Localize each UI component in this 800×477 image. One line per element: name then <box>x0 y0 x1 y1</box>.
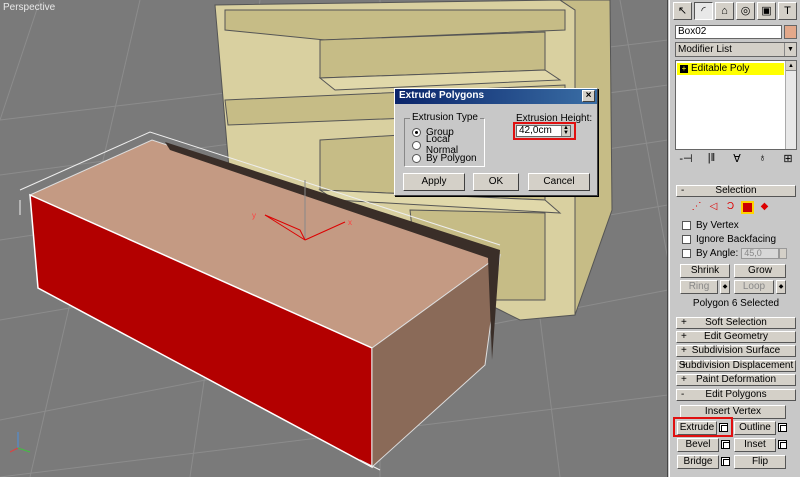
polygon-icon[interactable] <box>741 201 754 214</box>
radio-icon[interactable] <box>412 140 421 150</box>
display-icon[interactable]: ▣ <box>757 2 776 20</box>
svg-text:x: x <box>348 218 352 227</box>
radio-local-normal[interactable]: Local Normal <box>412 134 484 156</box>
configure-sets-icon[interactable]: ⊞ <box>780 152 796 166</box>
motion-icon[interactable]: ◎ <box>736 2 755 20</box>
bevel-settings-icon[interactable] <box>721 440 730 449</box>
ring-spinner-icon[interactable]: ◆ <box>720 280 730 294</box>
angle-value-field[interactable]: 45,0 <box>741 248 780 259</box>
chevron-down-icon[interactable]: ▼ <box>784 43 796 56</box>
loop-spinner-icon[interactable]: ◆ <box>776 280 786 294</box>
dialog-title: Extrude Polygons <box>399 90 485 101</box>
pin-stack-icon[interactable]: -⊣ <box>678 152 694 166</box>
element-icon[interactable]: ◆ <box>758 201 771 214</box>
radio-icon[interactable] <box>412 153 421 163</box>
outline-button[interactable]: Outline <box>734 421 776 435</box>
hierarchy-icon[interactable]: ⌂ <box>715 2 734 20</box>
stack-item-editable-poly[interactable]: + Editable Poly <box>677 63 784 75</box>
by-angle-checkbox[interactable]: By Angle: 45,0 <box>682 248 788 259</box>
extrusion-height-highlight: 42,0cm ▲ ▼ <box>513 122 576 140</box>
outline-settings-icon[interactable] <box>778 423 787 432</box>
radio-by-polygon[interactable]: By Polygon <box>412 152 477 164</box>
rollout-paint-deformation[interactable]: + Paint Deformation <box>676 374 796 386</box>
extrude-highlight <box>673 417 733 437</box>
svg-text:y: y <box>252 211 256 220</box>
selection-status: Polygon 6 Selected <box>692 298 780 309</box>
radio-icon[interactable] <box>412 127 421 137</box>
rollout-subdivision-surface[interactable]: + Subdivision Surface <box>676 345 796 357</box>
extrusion-type-group: Extrusion Type Group Local Normal By Pol… <box>404 112 485 167</box>
scene-canvas[interactable]: y x <box>0 0 668 477</box>
rollout-edit-polygons[interactable]: - Edit Polygons <box>676 389 796 401</box>
spinner-arrows-icon[interactable] <box>779 248 788 259</box>
spinner-arrows-icon[interactable]: ▲ ▼ <box>561 125 570 136</box>
stack-toolbar: -⊣ |‖ ∀ ♁ ⊞ <box>678 152 796 166</box>
remove-modifier-icon[interactable]: ♁ <box>755 152 771 166</box>
extrusion-type-label: Extrusion Type <box>410 112 480 123</box>
extrude-polygons-dialog: Extrude Polygons × Extrusion Type Group … <box>394 88 598 196</box>
stack-scrollbar[interactable]: ▲ <box>785 61 796 149</box>
rollout-edit-geometry[interactable]: + Edit Geometry <box>676 331 796 343</box>
loop-button[interactable]: Loop <box>734 280 774 294</box>
create-icon[interactable]: ↖ <box>673 2 692 20</box>
rollout-subdivision-displacement[interactable]: + Subdivision Displacement <box>676 360 796 372</box>
edge-icon[interactable]: ◁ <box>707 201 720 214</box>
utilities-icon[interactable]: T <box>778 2 797 20</box>
ok-button[interactable]: OK <box>473 173 519 191</box>
viewport-label[interactable]: Perspective <box>3 2 55 13</box>
show-end-result-icon[interactable]: |‖ <box>704 152 720 166</box>
flip-button[interactable]: Flip <box>734 455 786 469</box>
close-icon[interactable]: × <box>582 90 595 102</box>
panel-tabs: ↖ ◜ ⌂ ◎ ▣ T <box>673 2 797 20</box>
rollout-selection[interactable]: - Selection <box>676 185 796 197</box>
by-vertex-checkbox[interactable]: By Vertex <box>682 220 739 231</box>
bridge-settings-icon[interactable] <box>721 457 730 466</box>
rollout-soft-selection[interactable]: + Soft Selection <box>676 317 796 329</box>
expand-icon[interactable]: + <box>680 65 688 73</box>
inset-settings-icon[interactable] <box>778 440 787 449</box>
grow-button[interactable]: Grow <box>734 264 786 278</box>
object-name-field[interactable]: Box02 <box>675 25 782 39</box>
border-icon[interactable]: Ɔ <box>724 201 737 214</box>
dialog-title-bar[interactable]: Extrude Polygons × <box>395 89 597 104</box>
modifier-stack[interactable]: + Editable Poly ▲ <box>675 60 797 150</box>
bridge-button[interactable]: Bridge <box>677 455 719 469</box>
make-unique-icon[interactable]: ∀ <box>729 152 745 166</box>
vertex-icon[interactable]: ⋰ <box>690 201 703 214</box>
cancel-button[interactable]: Cancel <box>528 173 590 191</box>
extrusion-height-value[interactable]: 42,0cm <box>517 126 561 136</box>
modify-icon[interactable]: ◜ <box>694 2 713 20</box>
ignore-backfacing-checkbox[interactable]: Ignore Backfacing <box>682 234 776 245</box>
world-axis-tripod <box>9 432 31 453</box>
subobject-level-icons: ⋰ ◁ Ɔ ◆ <box>690 201 771 214</box>
scroll-up-icon[interactable]: ▲ <box>786 61 796 71</box>
apply-button[interactable]: Apply <box>403 173 465 191</box>
modifier-list-dropdown[interactable]: Modifier List ▼ <box>675 42 797 57</box>
perspective-viewport[interactable]: y x Perspective <box>0 0 668 477</box>
shrink-button[interactable]: Shrink <box>680 264 730 278</box>
ring-button[interactable]: Ring <box>680 280 718 294</box>
extrusion-height-spinner[interactable]: 42,0cm ▲ ▼ <box>516 125 571 137</box>
bevel-button[interactable]: Bevel <box>677 438 719 452</box>
object-color-swatch[interactable] <box>784 25 797 39</box>
inset-button[interactable]: Inset <box>734 438 776 452</box>
